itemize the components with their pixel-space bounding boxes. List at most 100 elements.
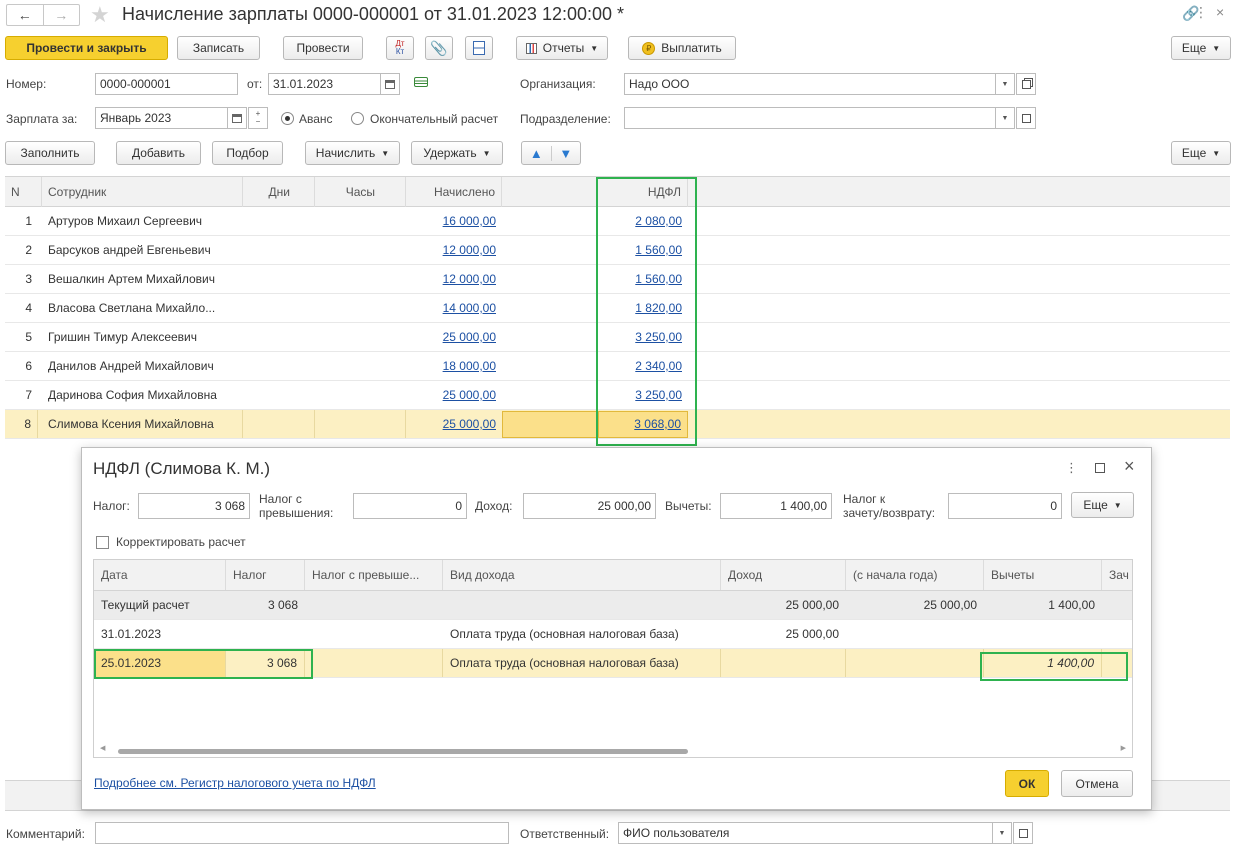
col-hours[interactable]: Часы [315,177,406,207]
pay-button[interactable]: ₽ Выплатить [628,36,736,60]
accrued-link[interactable]: 25 000,00 [406,323,502,351]
table-row[interactable]: 7 Даринова София Михайловна 25 000,00 3 250… [5,381,1230,410]
reports-button[interactable]: Отчеты ▼ [516,36,608,60]
horizontal-scrollbar[interactable]: ◀ ▶ [96,744,1130,756]
accrued-link[interactable]: 12 000,00 [406,265,502,293]
correct-checkbox[interactable] [96,536,109,549]
dialog-menu-icon[interactable]: ⋮ [1065,460,1078,476]
col-days[interactable]: Дни [243,177,315,207]
close-icon[interactable]: × [1216,4,1224,20]
department-open-button[interactable] [1016,107,1036,129]
month-calendar-button[interactable] [227,107,247,129]
ndfl-link[interactable]: 1 560,00 [598,265,688,293]
ndfl-link[interactable]: 1 560,00 [598,236,688,264]
table-row[interactable]: 2 Барсуков андрей Евгеньевич 12 000,00 1 56… [5,236,1230,265]
message-icon[interactable] [414,77,428,87]
dcol-income[interactable]: Доход [721,560,846,590]
organization-field[interactable]: Надо ООО [624,73,996,95]
accrued-link[interactable]: 14 000,00 [406,294,502,322]
move-up-button[interactable]: ▲ [522,145,552,161]
responsible-open-button[interactable] [1013,822,1033,844]
accrued-link[interactable]: 25 000,00 [406,381,502,409]
accrue-button[interactable]: Начислить ▼ [305,141,400,165]
structure-button[interactable] [465,36,493,60]
comment-field[interactable] [95,822,509,844]
responsible-dropdown-button[interactable]: ▼ [992,822,1012,844]
final-radio[interactable] [351,112,364,125]
date-field[interactable]: 31.01.2023 [268,73,381,95]
table-row[interactable]: 4 Власова Светлана Михайло... 14 000,00 1 8… [5,294,1230,323]
menu-dots-icon[interactable]: ⋮ [1194,4,1208,21]
scroll-right-icon[interactable]: ▶ [1121,744,1126,752]
favorite-star-icon[interactable]: ★ [90,2,110,28]
dcol-ytd[interactable]: (с начала года) [846,560,984,590]
dcol-tax[interactable]: Налог [226,560,305,590]
dcol-kind[interactable]: Вид дохода [443,560,721,590]
department-dropdown-button[interactable]: ▼ [995,107,1015,129]
table-row[interactable]: 1 Артуров Михаил Сергеевич 16 000,00 2 080,… [5,207,1230,236]
accrued-link[interactable]: 12 000,00 [406,236,502,264]
department-field[interactable] [624,107,996,129]
dialog-more-button[interactable]: Еще ▼ [1071,492,1134,518]
stepper-down-icon[interactable]: − [256,118,261,126]
table-row[interactable]: 8 Слимова Ксения Михайловна 25 000,00 3 068… [5,410,1230,439]
forward-button[interactable]: → [44,5,80,25]
number-field[interactable]: 0000-000001 [95,73,238,95]
table-row[interactable]: 31.01.2023 Оплата труда (основная налогов… [94,620,1132,649]
salary-for-field[interactable]: Январь 2023 [95,107,228,129]
select-button[interactable]: Подбор [212,141,283,165]
ndfl-link[interactable]: 3 068,00 [598,411,688,438]
post-button[interactable]: Провести [283,36,363,60]
dcol-deductions[interactable]: Вычеты [984,560,1102,590]
responsible-field[interactable]: ФИО пользователя [618,822,993,844]
table-row[interactable]: 5 Гришин Тимур Алексеевич 25 000,00 3 250,0… [5,323,1230,352]
ndfl-register-link[interactable]: Подробнее см. Регистр налогового учета п… [94,776,376,790]
ok-button[interactable]: ОК [1005,770,1049,797]
more-button-top[interactable]: Еще ▼ [1171,36,1231,60]
col-ndfl[interactable]: НДФЛ [598,177,688,207]
cancel-button[interactable]: Отмена [1061,770,1133,797]
col-accrued[interactable]: Начислено [406,177,502,207]
dcol-excess[interactable]: Налог с превыше... [305,560,443,590]
attach-button[interactable]: 📎 [425,36,453,60]
save-button[interactable]: Записать [177,36,260,60]
dialog-close-icon[interactable]: × [1124,456,1135,477]
ndfl-link[interactable]: 2 080,00 [598,207,688,235]
table-row[interactable]: 6 Данилов Андрей Михайлович 18 000,00 2 340… [5,352,1230,381]
table-row[interactable]: 25.01.2023 3 068 Оплата труда (основная на… [94,649,1132,678]
dt-kt-button[interactable]: Дт Кт [386,36,414,60]
table-row[interactable]: 3 Вешалкин Артем Михайлович 12 000,00 1 560… [5,265,1230,294]
ndfl-link[interactable]: 3 250,00 [598,381,688,409]
move-down-button[interactable]: ▼ [552,146,581,161]
col-employee[interactable]: Сотрудник [42,177,243,207]
accrued-link[interactable]: 18 000,00 [406,352,502,380]
fill-button[interactable]: Заполнить [5,141,95,165]
chevron-down-icon: ▼ [1212,148,1221,158]
deductions-cell [984,620,1102,648]
advance-radio[interactable] [281,112,294,125]
scrollbar-thumb[interactable] [118,749,688,754]
reports-label: Отчеты [542,41,585,55]
scroll-left-icon[interactable]: ◀ [100,744,105,752]
table-row[interactable]: Текущий расчет 3 068 25 000,00 25 000,00 1 4… [94,591,1132,620]
accrued-link[interactable]: 16 000,00 [406,207,502,235]
post-and-close-button[interactable]: Провести и закрыть [5,36,168,60]
organization-open-button[interactable] [1016,73,1036,95]
maximize-icon[interactable] [1095,463,1105,473]
ndfl-link[interactable]: 2 340,00 [598,352,688,380]
dcol-date[interactable]: Дата [94,560,226,590]
dcol-offset[interactable]: Зач [1102,560,1132,590]
accrued-link[interactable]: 25 000,00 [406,410,502,438]
back-button[interactable]: ← [7,5,44,25]
organization-dropdown-button[interactable]: ▼ [995,73,1015,95]
ndfl-link[interactable]: 3 250,00 [598,323,688,351]
month-stepper[interactable]: + − [248,107,268,129]
income-cell: 25 000,00 [785,598,839,612]
more-button-table[interactable]: Еще ▼ [1171,141,1231,165]
ndfl-link[interactable]: 1 820,00 [598,294,688,322]
deductions-field: 1 400,00 [720,493,832,519]
withhold-button[interactable]: Удержать ▼ [411,141,503,165]
add-button[interactable]: Добавить [116,141,201,165]
col-n[interactable]: N [5,177,42,207]
calendar-button[interactable] [380,73,400,95]
